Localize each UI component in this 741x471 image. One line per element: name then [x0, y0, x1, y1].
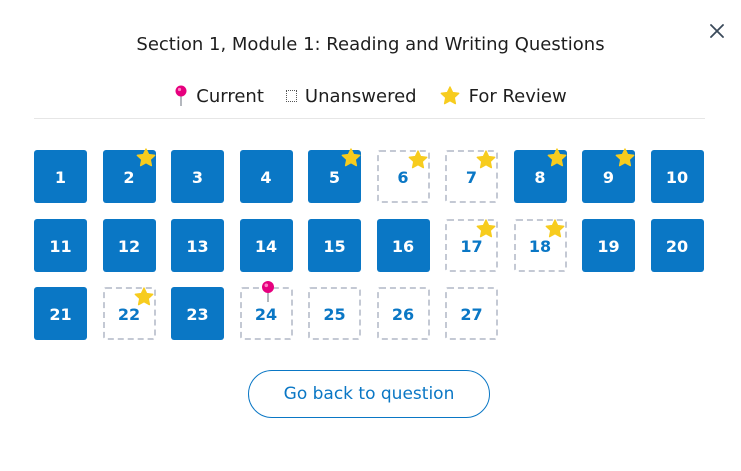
question-number: 3: [191, 168, 204, 187]
question-16-button[interactable]: 16: [376, 218, 430, 272]
question-number: 26: [391, 305, 415, 324]
question-12-button[interactable]: 12: [102, 218, 156, 272]
question-8-button[interactable]: 8: [513, 148, 567, 203]
question-number: 2: [123, 168, 135, 187]
question-19-button[interactable]: 19: [582, 218, 635, 272]
question-number: 1: [54, 168, 67, 187]
question-25-button[interactable]: 25: [308, 287, 361, 340]
dialog-title: Section 1, Module 1: Reading and Writing…: [136, 34, 605, 55]
question-27-button[interactable]: 27: [445, 287, 498, 340]
star-icon: [476, 150, 496, 169]
star-icon: [341, 148, 361, 167]
question-grid: 1 2 3 4 5 6 7 8 9 10 11 12 13 14 15 16 17 18 19 20 21 22 23 24 2…: [34, 148, 704, 340]
location-pin-icon: [175, 85, 187, 106]
question-26-button[interactable]: 26: [376, 287, 430, 340]
question-number: 13: [186, 236, 209, 256]
question-14-button[interactable]: 14: [239, 218, 293, 272]
legend-review: For Review: [439, 85, 567, 107]
question-1-button[interactable]: 1: [34, 150, 87, 203]
question-22-button[interactable]: 22: [102, 287, 156, 340]
question-17-button[interactable]: 17: [445, 218, 498, 272]
question-number: 21: [49, 305, 72, 324]
question-5-button[interactable]: 5: [308, 148, 361, 203]
go-back-button[interactable]: Go back to question: [248, 370, 490, 418]
legend-unanswered-label: Unanswered: [304, 85, 417, 107]
star-icon: [545, 218, 564, 237]
question-number: 4: [260, 168, 272, 187]
legend-current: Current: [174, 85, 264, 107]
legend-current-label: Current: [196, 85, 264, 107]
legend-unanswered: Unanswered: [285, 85, 417, 107]
question-number: 5: [328, 168, 341, 187]
question-number: 27: [460, 305, 483, 324]
question-15-button[interactable]: 15: [308, 218, 361, 272]
question-number: 24: [254, 305, 278, 324]
question-4-button[interactable]: 4: [239, 150, 293, 203]
question-number: 8: [534, 168, 546, 187]
question-10-button[interactable]: 10: [650, 150, 704, 203]
question-20-button[interactable]: 20: [650, 218, 704, 272]
question-number: 9: [602, 168, 615, 187]
star-icon: [136, 148, 155, 167]
question-number: 20: [665, 236, 689, 256]
question-number: 25: [323, 305, 346, 324]
star-icon: [547, 148, 566, 167]
question-24-button[interactable]: 24: [239, 281, 293, 340]
question-number: 14: [254, 236, 278, 256]
question-number: 16: [391, 236, 415, 256]
location-pin-icon: [261, 281, 274, 302]
question-2-button[interactable]: 2: [102, 148, 156, 203]
dashed-square-icon: [285, 90, 297, 102]
question-13-button[interactable]: 13: [171, 218, 224, 272]
star-icon: [476, 218, 496, 237]
question-number: 11: [49, 236, 72, 256]
question-number: 15: [323, 236, 346, 256]
question-number: 19: [597, 236, 620, 256]
star-icon: [134, 287, 153, 306]
star-icon: [408, 150, 427, 169]
question-9-button[interactable]: 9: [582, 148, 635, 203]
question-6-button[interactable]: 6: [376, 150, 430, 203]
question-23-button[interactable]: 23: [171, 287, 224, 340]
star-icon: [440, 86, 460, 105]
star-icon: [615, 148, 635, 167]
question-11-button[interactable]: 11: [34, 218, 87, 272]
question-18-button[interactable]: 18: [513, 218, 567, 272]
legend: Current Unanswered For Review: [0, 82, 741, 110]
question-21-button[interactable]: 21: [34, 287, 87, 340]
question-3-button[interactable]: 3: [171, 150, 224, 203]
question-7-button[interactable]: 7: [445, 150, 498, 203]
question-number: 10: [665, 168, 689, 187]
question-number: 12: [117, 236, 141, 256]
legend-review-label: For Review: [468, 85, 567, 107]
question-number: 23: [186, 305, 209, 324]
divider: [34, 118, 705, 119]
